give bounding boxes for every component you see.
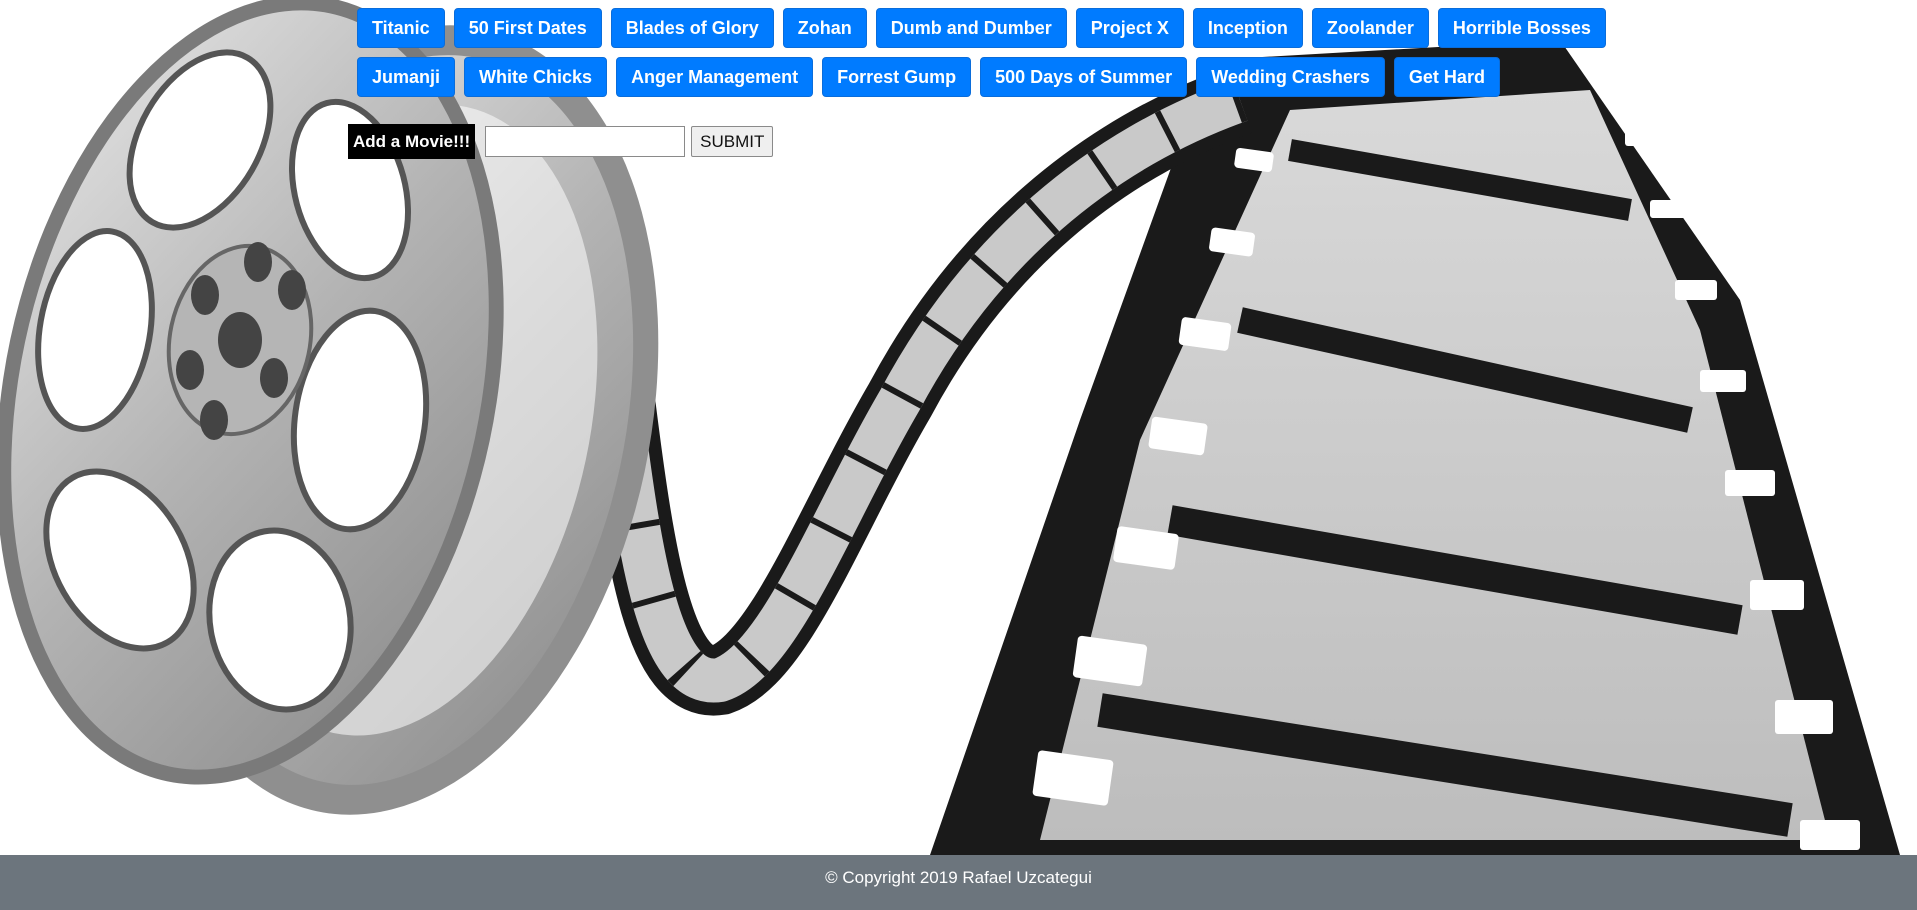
movie-buttons-row-1: Titanic 50 First Dates Blades of Glory Z… bbox=[357, 8, 1606, 48]
add-movie-label: Add a Movie!!! bbox=[348, 124, 476, 159]
movie-button-anger-management[interactable]: Anger Management bbox=[616, 57, 814, 97]
submit-button[interactable]: SUBMIT bbox=[691, 126, 774, 157]
movie-button-blades-of-glory[interactable]: Blades of Glory bbox=[610, 8, 774, 48]
film-reel-icon bbox=[0, 0, 1900, 855]
movie-button-50-first-dates[interactable]: 50 First Dates bbox=[453, 8, 602, 48]
footer: © Copyright 2019 Rafael Uzcategui bbox=[0, 855, 1917, 910]
movie-button-500-days-of-summer[interactable]: 500 Days of Summer bbox=[980, 57, 1188, 97]
movie-button-white-chicks[interactable]: White Chicks bbox=[464, 57, 608, 97]
copyright-text: © Copyright 2019 Rafael Uzcategui bbox=[825, 868, 1092, 887]
movie-button-jumanji[interactable]: Jumanji bbox=[357, 57, 456, 97]
movie-button-horrible-bosses[interactable]: Horrible Bosses bbox=[1437, 8, 1606, 48]
movie-button-inception[interactable]: Inception bbox=[1192, 8, 1303, 48]
movie-button-wedding-crashers[interactable]: Wedding Crashers bbox=[1196, 57, 1385, 97]
movie-buttons-row-2: Jumanji White Chicks Anger Management Fo… bbox=[357, 57, 1500, 97]
movie-button-project-x[interactable]: Project X bbox=[1075, 8, 1184, 48]
movie-button-titanic[interactable]: Titanic bbox=[357, 8, 445, 48]
movie-button-zoolander[interactable]: Zoolander bbox=[1311, 8, 1429, 48]
movie-button-forrest-gump[interactable]: Forrest Gump bbox=[822, 57, 972, 97]
movie-button-zohan[interactable]: Zohan bbox=[782, 8, 867, 48]
movie-button-dumb-and-dumber[interactable]: Dumb and Dumber bbox=[875, 8, 1067, 48]
movie-input[interactable] bbox=[485, 126, 686, 157]
movie-button-get-hard[interactable]: Get Hard bbox=[1393, 57, 1500, 97]
add-movie-form: Add a Movie!!! SUBMIT bbox=[348, 124, 774, 159]
